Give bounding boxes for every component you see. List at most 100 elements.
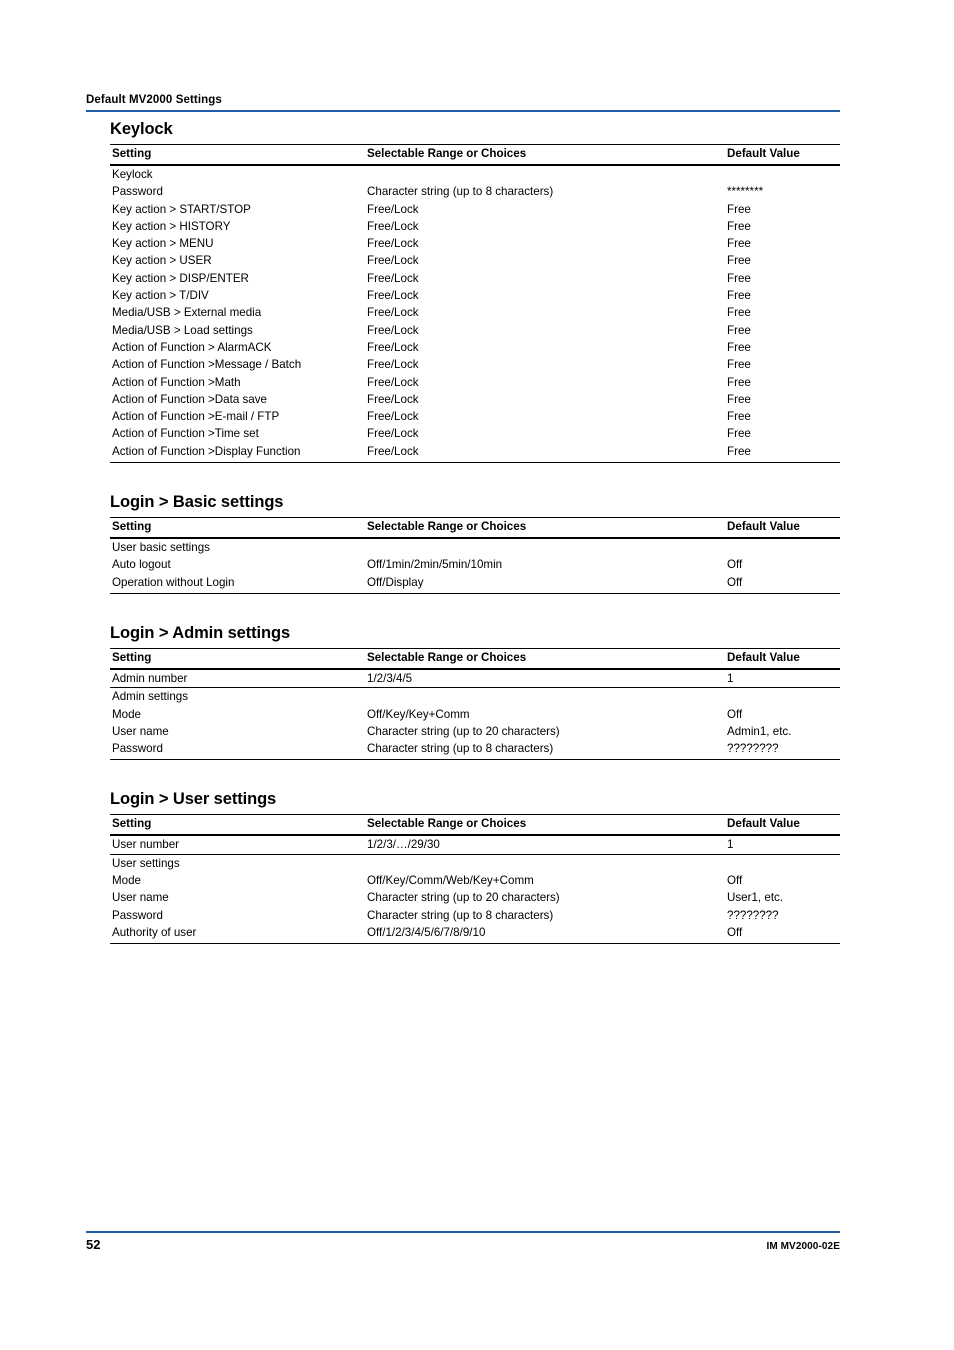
settings-section: Login > Basic settings Setting Selectable … xyxy=(110,493,840,594)
cell-range: Free/Lock xyxy=(367,410,419,424)
cell-range xyxy=(365,165,725,183)
cell-default: Free xyxy=(727,323,751,337)
cell-setting: Action of Function >Time set xyxy=(112,427,259,441)
cell-setting: Action of Function > AlarmACK xyxy=(112,340,272,354)
column-header-range: Selectable Range or Choices xyxy=(365,814,725,837)
table-row: User name Character string (up to 20 char… xyxy=(110,723,840,740)
settings-table: Setting Selectable Range or Choices Defaul… xyxy=(110,647,840,761)
column-header-range: Selectable Range or Choices xyxy=(365,517,725,540)
section-title: Keylock xyxy=(110,120,173,138)
page-number: 52 xyxy=(86,1237,101,1252)
cell-range: Free/Lock xyxy=(367,219,419,233)
cell-range: Free/Lock xyxy=(367,254,419,268)
cell-default: Free xyxy=(727,271,751,285)
cell-range: Free/Lock xyxy=(367,237,419,251)
column-header-setting: Setting xyxy=(110,517,365,540)
cell-setting: Media/USB > Load settings xyxy=(112,323,253,337)
cell-setting: User name xyxy=(112,724,169,738)
table-header-row: Setting Selectable Range or Choices Defaul… xyxy=(110,814,840,837)
table-row: User name Character string (up to 20 char… xyxy=(110,889,840,906)
cell-setting: Admin settings xyxy=(112,690,189,704)
cell-setting: Action of Function >Data save xyxy=(112,392,267,406)
cell-range: Free/Lock xyxy=(367,323,419,337)
settings-section: Keylock Setting Selectable Range or Choice… xyxy=(110,120,840,464)
cell-setting: Key action > T/DIV xyxy=(112,289,209,303)
cell-default: Admin1, etc. xyxy=(727,724,792,738)
cell-default: Free xyxy=(727,358,751,372)
cell-setting: Key action > START/STOP xyxy=(112,202,251,216)
cell-setting: Keylock xyxy=(112,168,153,181)
cell-range xyxy=(365,688,725,706)
cell-default: Free xyxy=(727,375,751,389)
table-row: Password Character string (up to 8 charac… xyxy=(110,740,840,761)
cell-range: Free/Lock xyxy=(367,358,419,372)
running-header-title: Default MV2000 Settings xyxy=(86,94,222,106)
cell-range: Character string (up to 8 characters) xyxy=(367,908,554,922)
table-row: Mode Off/Key/Key+Comm Off xyxy=(110,706,840,723)
table-row: Action of Function >E-mail / FTP Free/Loc… xyxy=(110,408,840,425)
cell-setting: Action of Function >E-mail / FTP xyxy=(112,410,280,424)
cell-default: Off xyxy=(725,573,840,594)
table-row: Admin settings xyxy=(110,688,840,706)
cell-setting: Key action > MENU xyxy=(112,237,214,251)
cell-default: Off xyxy=(725,923,840,945)
column-header-setting: Setting xyxy=(110,814,365,837)
cell-setting: Admin number xyxy=(110,668,365,689)
cell-default: 1 xyxy=(725,668,840,689)
table-row: Action of Function >Display Function Free… xyxy=(110,442,840,464)
cell-range: 1/2/3/…/29/30 xyxy=(365,835,725,855)
table-header-row: Setting Selectable Range or Choices Defaul… xyxy=(110,517,840,540)
section-title: Login > User settings xyxy=(110,790,277,809)
cell-setting: Mode xyxy=(112,874,142,888)
cell-setting: User number xyxy=(110,835,365,855)
cell-range: Free/Lock xyxy=(367,340,419,354)
settings-section: Login > Admin settings Setting Selectable … xyxy=(110,624,840,761)
table-header-row: Setting Selectable Range or Choices Defaul… xyxy=(110,647,840,670)
cell-setting: Authority of user xyxy=(110,923,365,945)
cell-setting: Action of Function >Display Function xyxy=(110,442,365,464)
settings-section: Login > User settings Setting Selectable R… xyxy=(110,790,840,945)
table-row: Authority of user Off/1/2/3/4/5/6/7/8/9/1… xyxy=(110,923,840,945)
table-header-row: Setting Selectable Range or Choices Defaul… xyxy=(110,144,840,166)
table-row: Password Character string (up to 8 charac… xyxy=(110,183,840,200)
cell-range: Free/Lock xyxy=(367,289,419,303)
document-code: IM MV2000-02E xyxy=(766,1241,840,1252)
cell-default: Off xyxy=(727,707,743,721)
cell-range: Free/Lock xyxy=(367,427,419,441)
table-row: Key action > MENU Free/Lock Free xyxy=(110,235,840,252)
cell-range: Character string (up to 20 characters) xyxy=(367,724,560,738)
table-row: Action of Function >Data save Free/Lock Fr… xyxy=(110,391,840,408)
table-row: Admin number 1/2/3/4/5 1 xyxy=(110,668,840,689)
cell-setting: Password xyxy=(110,740,365,761)
table-row: Keylock xyxy=(110,165,840,183)
cell-setting: User settings xyxy=(112,856,180,870)
cell-range: Character string (up to 20 characters) xyxy=(367,891,560,905)
cell-range: Free/Lock xyxy=(367,392,419,406)
column-header-default: Default Value xyxy=(725,144,840,166)
running-footer: 52 IM MV2000-02E xyxy=(86,1231,840,1254)
cell-range: Free/Lock xyxy=(367,202,419,216)
cell-default: Free xyxy=(727,392,751,406)
page-content: Keylock Setting Selectable Range or Choice… xyxy=(110,120,840,945)
table-row: Password Character string (up to 8 charac… xyxy=(110,907,840,924)
header-rule xyxy=(86,110,840,112)
column-header-default: Default Value xyxy=(725,814,840,837)
cell-setting: Auto logout xyxy=(112,558,171,572)
table-row: Auto logout Off/1min/2min/5min/10min Off xyxy=(110,556,840,573)
cell-default: Free xyxy=(727,237,751,251)
cell-setting: Action of Function >Math xyxy=(112,375,241,389)
table-row: Mode Off/Key/Comm/Web/Key+Comm Off xyxy=(110,872,840,889)
cell-setting: User basic settings xyxy=(112,541,210,555)
table-row: Media/USB > External media Free/Lock Free xyxy=(110,304,840,321)
cell-default: Off xyxy=(727,874,743,888)
cell-default: ******** xyxy=(727,185,764,199)
cell-range: Free/Lock xyxy=(365,442,725,464)
table-row: Key action > START/STOP Free/Lock Free xyxy=(110,201,840,218)
column-header-default: Default Value xyxy=(725,517,840,540)
column-header-range: Selectable Range or Choices xyxy=(365,647,725,670)
cell-setting: Mode xyxy=(112,707,142,721)
table-row: Media/USB > Load settings Free/Lock Free xyxy=(110,322,840,339)
table-row: Action of Function > AlarmACK Free/Lock Fr… xyxy=(110,339,840,356)
table-row: Key action > USER Free/Lock Free xyxy=(110,252,840,269)
